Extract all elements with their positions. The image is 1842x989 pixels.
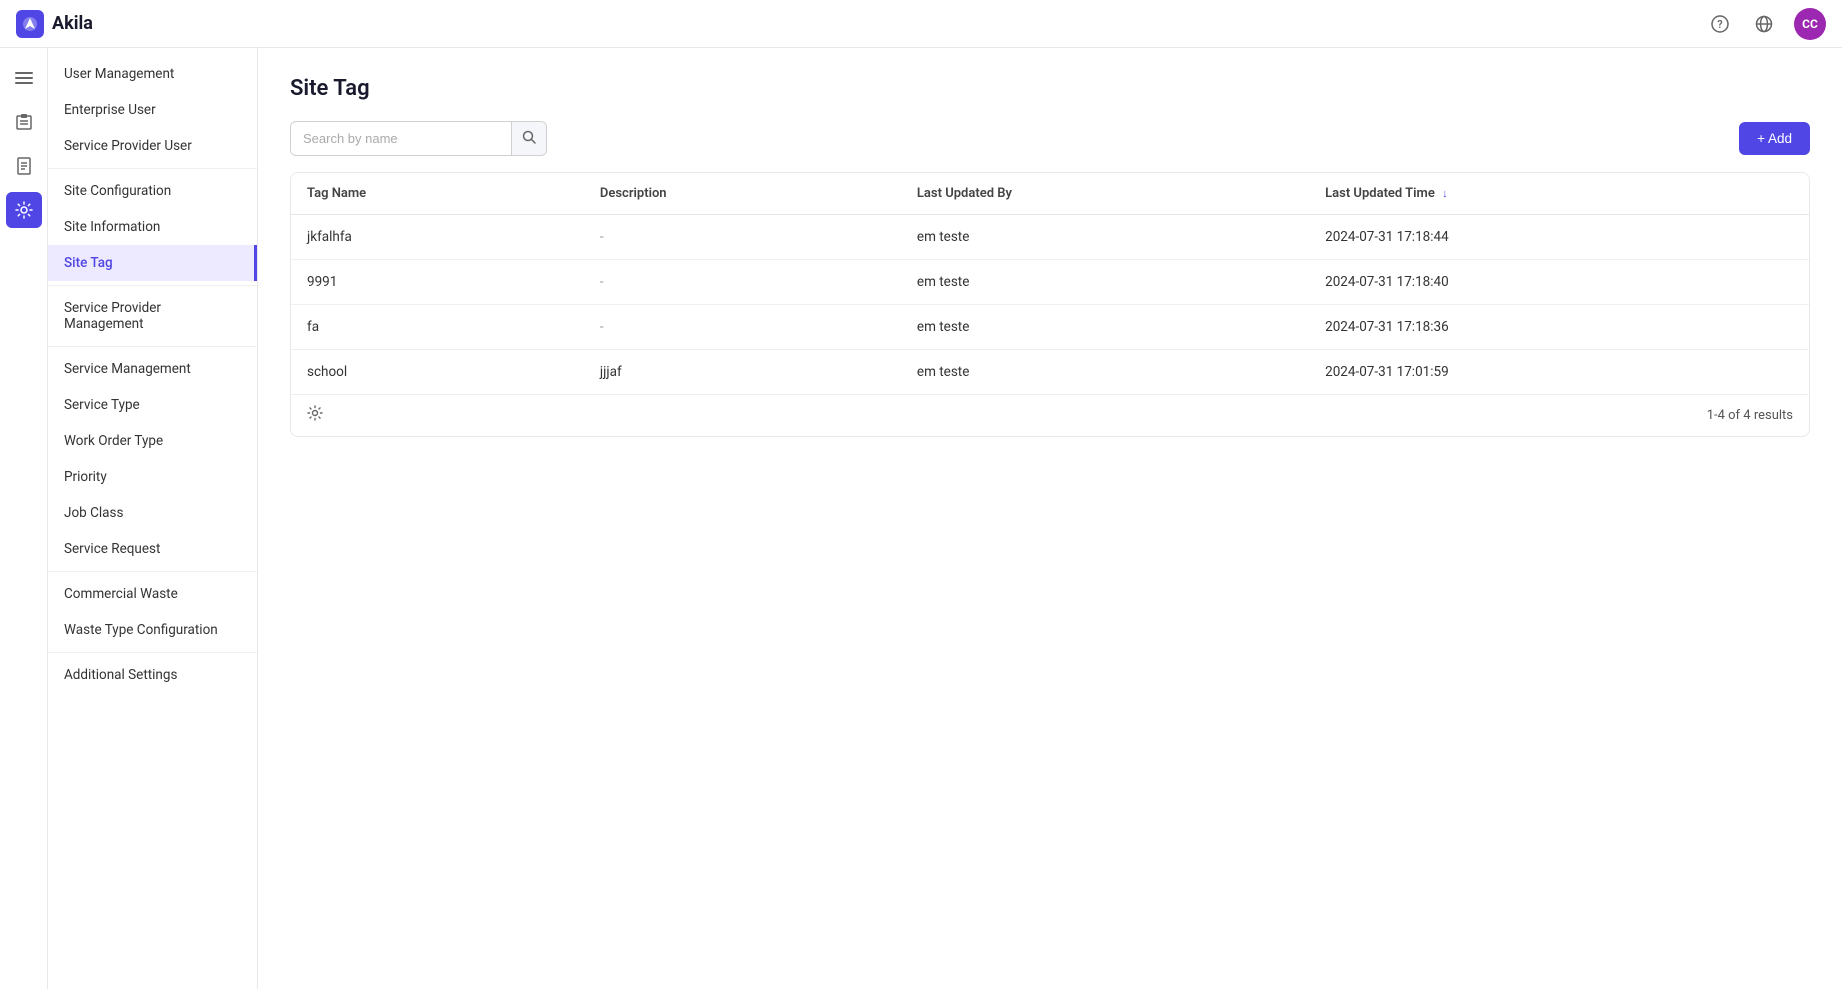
sidebar-item-service-request[interactable]: Service Request xyxy=(48,531,257,567)
sidebar-item-commercial-waste[interactable]: Commercial Waste xyxy=(48,576,257,612)
globe-icon[interactable] xyxy=(1750,10,1778,38)
topbar: Akila ? CC xyxy=(0,0,1842,48)
toolbar: + Add xyxy=(290,121,1810,156)
col-last-updated-by[interactable]: Last Updated By xyxy=(901,173,1309,215)
add-button[interactable]: + Add xyxy=(1739,122,1810,155)
sidebar-item-service-provider-management[interactable]: Service Provider Management xyxy=(48,290,257,342)
cell-tag-name: 9991 xyxy=(291,260,584,305)
svg-text:?: ? xyxy=(1717,18,1722,31)
sidebar-item-work-order-type[interactable]: Work Order Type xyxy=(48,423,257,459)
col-tag-name[interactable]: Tag Name xyxy=(291,173,584,215)
table-header-row: Tag Name Description Last Updated By Las… xyxy=(291,173,1809,215)
main-content: Site Tag + Add Tag Name Description xyxy=(258,48,1842,989)
sidebar-item-job-class[interactable]: Job Class xyxy=(48,495,257,531)
table-body: jkfalhfa-em teste2024-07-31 17:18:449991… xyxy=(291,215,1809,395)
sidebar-item-service-provider-user[interactable]: Service Provider User xyxy=(48,128,257,164)
page-title: Site Tag xyxy=(290,76,1810,101)
nav-divider-3 xyxy=(48,346,257,347)
cell-description: - xyxy=(584,305,901,350)
table-container: Tag Name Description Last Updated By Las… xyxy=(290,172,1810,437)
topbar-right: ? CC xyxy=(1706,8,1826,40)
cell-last-updated-time: 2024-07-31 17:18:44 xyxy=(1309,215,1809,260)
nav-divider-4 xyxy=(48,571,257,572)
table-row: 9991-em teste2024-07-31 17:18:40 xyxy=(291,260,1809,305)
cell-last-updated-by: em teste xyxy=(901,305,1309,350)
data-table: Tag Name Description Last Updated By Las… xyxy=(291,173,1809,394)
cell-last-updated-by: em teste xyxy=(901,215,1309,260)
cell-last-updated-by: em teste xyxy=(901,260,1309,305)
cell-description: - xyxy=(584,260,901,305)
cell-tag-name: jkfalhfa xyxy=(291,215,584,260)
table-row: jkfalhfa-em teste2024-07-31 17:18:44 xyxy=(291,215,1809,260)
cell-last-updated-time: 2024-07-31 17:01:59 xyxy=(1309,350,1809,395)
icon-sidebar xyxy=(0,48,48,989)
table-row: schooljjjafem teste2024-07-31 17:01:59 xyxy=(291,350,1809,395)
sidebar-icon-clipboard[interactable] xyxy=(6,104,42,140)
table-settings-button[interactable] xyxy=(307,405,323,426)
search-button[interactable] xyxy=(511,122,546,155)
sidebar-item-site-tag[interactable]: Site Tag xyxy=(48,245,257,281)
sidebar-item-user-management[interactable]: User Management xyxy=(48,56,257,92)
app-name: Akila xyxy=(52,13,93,34)
logo-icon xyxy=(16,10,44,38)
search-box xyxy=(290,121,547,156)
sidebar-item-site-information[interactable]: Site Information xyxy=(48,209,257,245)
sidebar-item-priority[interactable]: Priority xyxy=(48,459,257,495)
sidebar-item-additional-settings[interactable]: Additional Settings xyxy=(48,657,257,693)
nav-divider-1 xyxy=(48,168,257,169)
pagination-text: 1-4 of 4 results xyxy=(1707,408,1793,423)
nav-sidebar: User Management Enterprise User Service … xyxy=(48,48,258,989)
sidebar-item-service-management[interactable]: Service Management xyxy=(48,351,257,387)
sidebar-icon-menu[interactable] xyxy=(6,60,42,96)
cell-last-updated-time: 2024-07-31 17:18:36 xyxy=(1309,305,1809,350)
sidebar-item-service-type[interactable]: Service Type xyxy=(48,387,257,423)
cell-last-updated-by: em teste xyxy=(901,350,1309,395)
cell-tag-name: school xyxy=(291,350,584,395)
col-last-updated-time[interactable]: Last Updated Time ↓ xyxy=(1309,173,1809,215)
cell-description: jjjaf xyxy=(584,350,901,395)
search-input[interactable] xyxy=(291,123,511,154)
help-icon[interactable]: ? xyxy=(1706,10,1734,38)
nav-divider-5 xyxy=(48,652,257,653)
cell-last-updated-time: 2024-07-31 17:18:40 xyxy=(1309,260,1809,305)
sort-down-icon: ↓ xyxy=(1442,187,1448,200)
sidebar-icon-settings[interactable] xyxy=(6,192,42,228)
app-logo: Akila xyxy=(16,10,93,38)
col-description[interactable]: Description xyxy=(584,173,901,215)
sidebar-item-site-configuration[interactable]: Site Configuration xyxy=(48,173,257,209)
sidebar-item-waste-type-configuration[interactable]: Waste Type Configuration xyxy=(48,612,257,648)
cell-description: - xyxy=(584,215,901,260)
nav-divider-2 xyxy=(48,285,257,286)
cell-tag-name: fa xyxy=(291,305,584,350)
sidebar-icon-document[interactable] xyxy=(6,148,42,184)
sidebar-item-enterprise-user[interactable]: Enterprise User xyxy=(48,92,257,128)
user-avatar[interactable]: CC xyxy=(1794,8,1826,40)
table-row: fa-em teste2024-07-31 17:18:36 xyxy=(291,305,1809,350)
table-footer: 1-4 of 4 results xyxy=(291,394,1809,436)
